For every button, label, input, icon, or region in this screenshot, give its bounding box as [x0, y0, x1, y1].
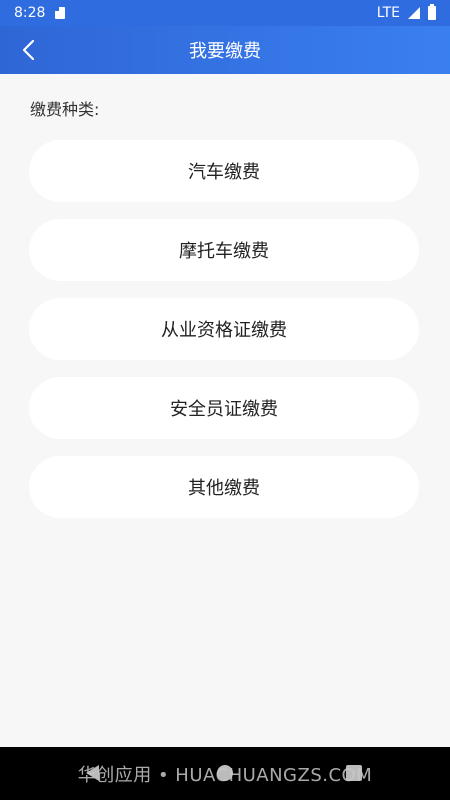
option-qualification-payment[interactable]: 从业资格证缴费	[29, 298, 419, 360]
payment-type-label: 缴费种类:	[30, 100, 100, 119]
option-car-payment[interactable]: 汽车缴费	[29, 140, 419, 202]
signal-icon	[408, 7, 420, 19]
payment-option-list: 汽车缴费 摩托车缴费 从业资格证缴费 安全员证缴费 其他缴费	[29, 140, 419, 535]
system-nav-bar: 华创应用 • HUACHUANGZS.COM	[0, 747, 450, 800]
option-safety-officer-payment[interactable]: 安全员证缴费	[29, 377, 419, 439]
option-motorcycle-payment[interactable]: 摩托车缴费	[29, 219, 419, 281]
status-bar: 8:28 LTE	[0, 0, 450, 26]
network-type: LTE	[376, 5, 400, 21]
page-title: 我要缴费	[189, 41, 261, 62]
option-other-payment[interactable]: 其他缴费	[29, 456, 419, 518]
watermark-text: 华创应用 • HUACHUANGZS.COM	[77, 764, 373, 786]
status-time: 8:28	[14, 5, 46, 21]
chevron-left-icon	[22, 39, 35, 61]
back-button[interactable]	[12, 34, 44, 66]
battery-icon	[428, 4, 436, 20]
app-bar: 我要缴费	[0, 26, 450, 74]
sd-card-icon	[55, 7, 66, 19]
